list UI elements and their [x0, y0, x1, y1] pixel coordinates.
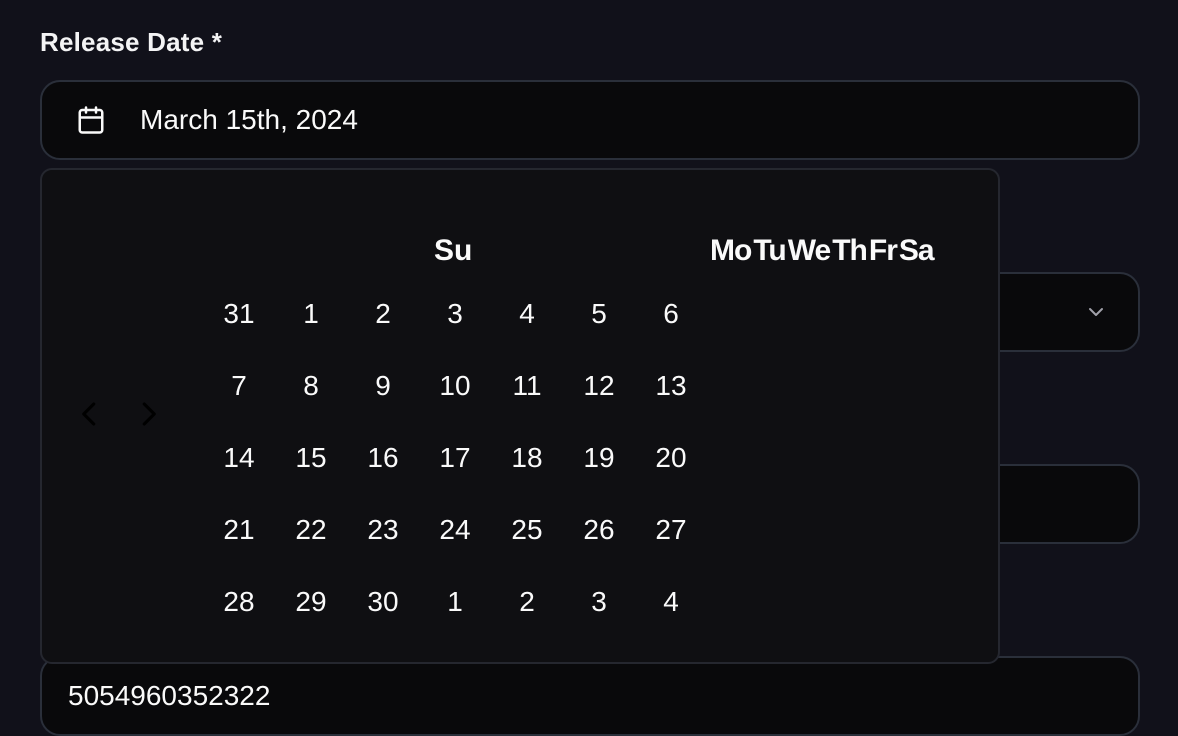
calendar-day[interactable]: 11 — [491, 350, 563, 422]
calendar-day[interactable]: 1 — [419, 566, 491, 638]
calendar-day[interactable]: 30 — [347, 566, 419, 638]
calendar-day[interactable]: 16 — [347, 422, 419, 494]
weekday-headers: Mo Tu We Th Fr Sa — [710, 234, 936, 268]
calendar-day[interactable]: 2 — [347, 278, 419, 350]
next-month-button[interactable] — [128, 396, 168, 436]
calendar-day[interactable]: 2 — [491, 566, 563, 638]
calendar-day[interactable]: 22 — [275, 494, 347, 566]
calendar-day[interactable]: 23 — [347, 494, 419, 566]
calendar-day[interactable]: 5 — [563, 278, 635, 350]
calendar-day[interactable]: 17 — [419, 422, 491, 494]
weekday-header: We — [787, 234, 831, 267]
calendar-day[interactable]: 4 — [635, 566, 707, 638]
chevron-left-icon — [75, 399, 105, 434]
weekday-header: Tu — [753, 234, 786, 267]
calendar-day[interactable]: 29 — [275, 566, 347, 638]
calendar-icon — [76, 105, 106, 135]
calendar-day[interactable]: 25 — [491, 494, 563, 566]
number-field[interactable]: 5054960352322 — [40, 656, 1140, 736]
calendar-day[interactable]: 21 — [203, 494, 275, 566]
number-field-value: 5054960352322 — [68, 680, 271, 711]
calendar-day[interactable]: 3 — [419, 278, 491, 350]
calendar-day[interactable]: 13 — [635, 350, 707, 422]
calendar-day[interactable]: 19 — [563, 422, 635, 494]
calendar-day[interactable]: 28 — [203, 566, 275, 638]
calendar-day[interactable]: 6 — [635, 278, 707, 350]
chevron-right-icon — [133, 399, 163, 434]
release-date-value: March 15th, 2024 — [140, 104, 358, 135]
calendar-day[interactable]: 12 — [563, 350, 635, 422]
weekday-header: Mo — [710, 234, 752, 267]
release-date-label: Release Date * — [40, 27, 223, 57]
calendar-day[interactable]: 8 — [275, 350, 347, 422]
chevron-down-icon — [1084, 300, 1108, 324]
weekday-header: Th — [832, 234, 868, 267]
calendar-day[interactable]: 18 — [491, 422, 563, 494]
date-picker-popover: Su Mo Tu We Th Fr Sa 31 1 2 3 4 5 6 7 8 … — [40, 168, 1000, 664]
calendar-day[interactable]: 4 — [491, 278, 563, 350]
calendar-day[interactable]: 1 — [275, 278, 347, 350]
calendar-day[interactable]: 26 — [563, 494, 635, 566]
calendar-day[interactable]: 24 — [419, 494, 491, 566]
calendar-day[interactable]: 9 — [347, 350, 419, 422]
calendar-day-grid: 31 1 2 3 4 5 6 7 8 9 10 11 12 13 14 15 1… — [203, 278, 707, 638]
release-date-field[interactable]: March 15th, 2024 — [40, 80, 1140, 160]
weekday-header: Sa — [898, 234, 935, 267]
calendar-day[interactable]: 15 — [275, 422, 347, 494]
weekday-header-sunday: Su — [434, 234, 473, 267]
calendar-day[interactable]: 3 — [563, 566, 635, 638]
weekday-header: Fr — [868, 234, 898, 267]
calendar-day[interactable]: 20 — [635, 422, 707, 494]
calendar-day[interactable]: 27 — [635, 494, 707, 566]
previous-month-button[interactable] — [70, 396, 110, 436]
calendar-day[interactable]: 14 — [203, 422, 275, 494]
calendar-day[interactable]: 7 — [203, 350, 275, 422]
calendar-day[interactable]: 10 — [419, 350, 491, 422]
calendar-day[interactable]: 31 — [203, 278, 275, 350]
